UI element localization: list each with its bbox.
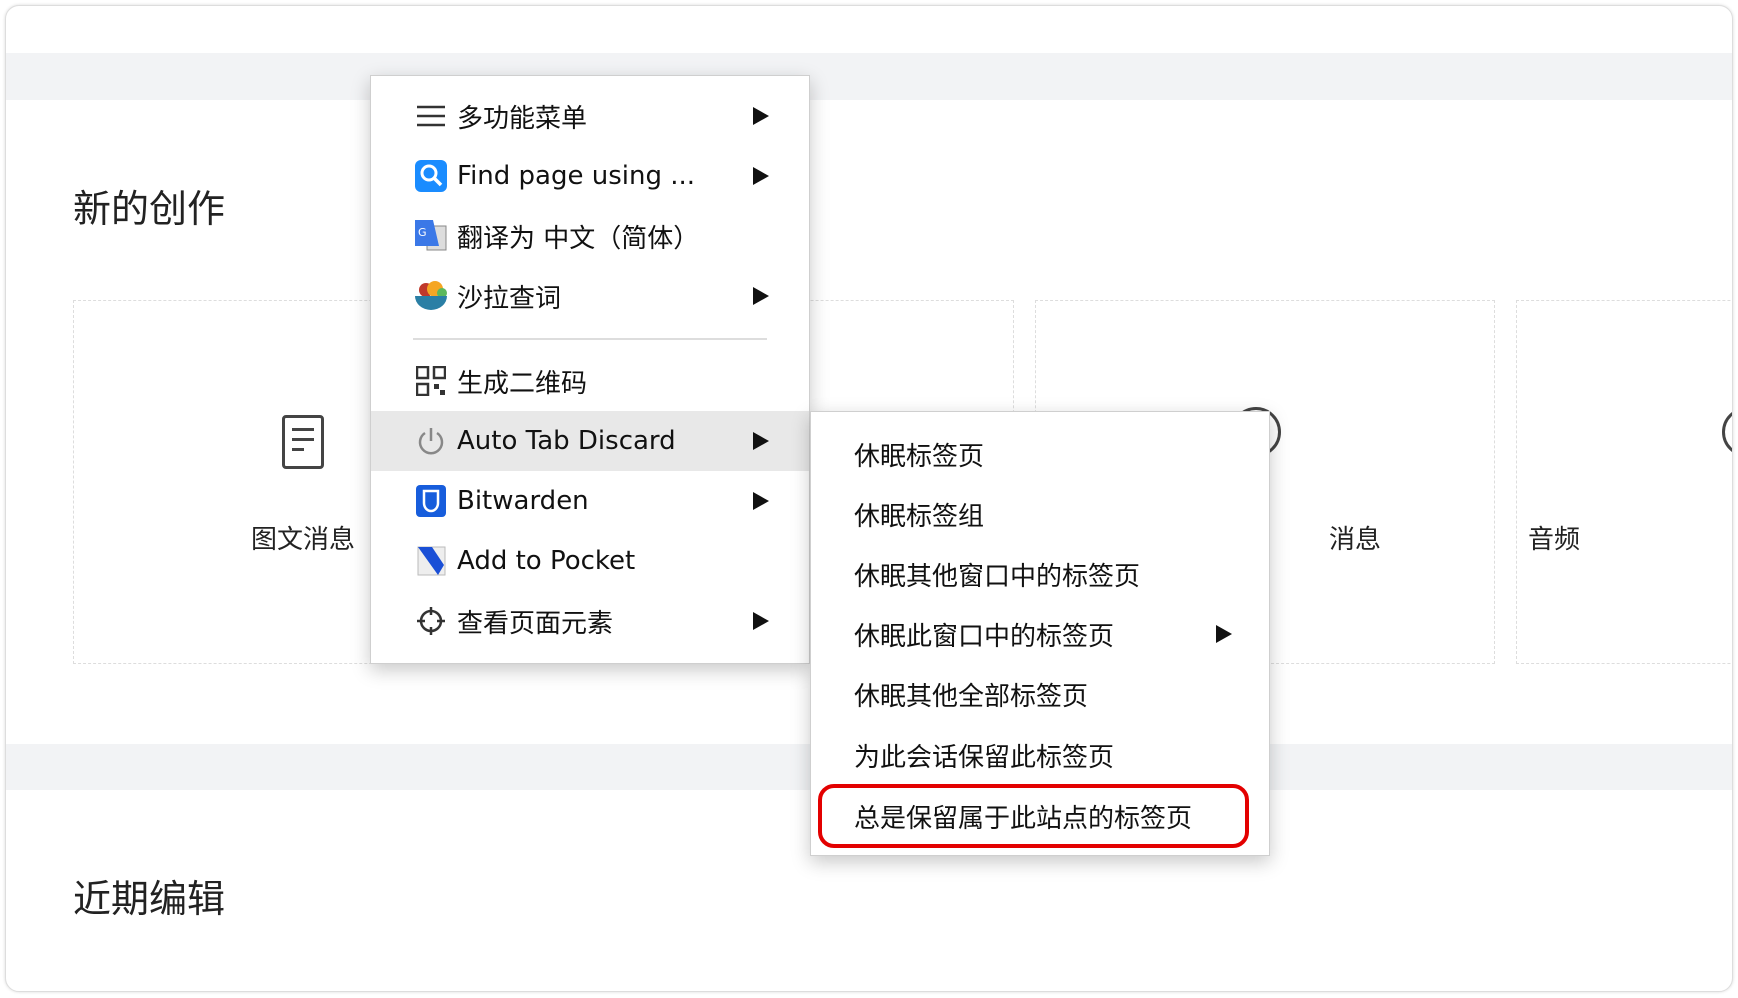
submenu-item-discard-all-others[interactable]: 休眠其他全部标签页 — [811, 664, 1269, 724]
menu-item-bitwarden[interactable]: Bitwarden — [371, 471, 809, 531]
menu-item-label: Add to Pocket — [457, 546, 636, 576]
submenu-arrow-icon — [753, 107, 769, 125]
submenu-arrow-icon — [753, 612, 769, 630]
menu-item-auto-tab-discard[interactable]: Auto Tab Discard — [371, 411, 809, 471]
menu-item-qr-code[interactable]: 生成二维码 — [371, 351, 809, 411]
menu-item-label: 休眠其他全部标签页 — [854, 681, 1089, 712]
svg-text:G: G — [418, 226, 427, 239]
menu-item-label: 生成二维码 — [457, 368, 588, 399]
card-label: 音频 — [1528, 525, 1581, 555]
submenu-item-discard-group[interactable]: 休眠标签组 — [811, 484, 1269, 544]
menu-item-label: 查看页面元素 — [457, 608, 614, 639]
submenu-arrow-icon — [753, 167, 769, 185]
menu-item-salad-dict[interactable]: 沙拉查词 — [371, 266, 809, 326]
menu-item-label: 为此会话保留此标签页 — [854, 742, 1115, 773]
search-icon — [415, 160, 447, 192]
menu-item-label: 翻译为 中文（简体） — [457, 223, 700, 254]
power-icon — [415, 425, 447, 457]
menu-item-find-page[interactable]: Find page using ... — [371, 146, 809, 206]
menu-item-label: 休眠此窗口中的标签页 — [854, 621, 1115, 652]
menu-item-add-to-pocket[interactable]: Add to Pocket — [371, 531, 809, 591]
menu-item-label: Find page using ... — [457, 161, 696, 191]
pocket-icon — [415, 545, 447, 577]
highlight-box — [818, 784, 1249, 848]
menu-item-label: 休眠标签页 — [854, 441, 985, 472]
menu-item-inspect[interactable]: 查看页面元素 — [371, 591, 809, 651]
document-icon — [282, 415, 324, 469]
create-card-4[interactable]: 音频 — [1516, 300, 1732, 664]
submenu-arrow-icon — [753, 492, 769, 510]
qr-code-icon — [415, 365, 447, 397]
auto-tab-discard-submenu: 休眠标签页 休眠标签组 休眠其他窗口中的标签页 休眠此窗口中的标签页 休眠其他全… — [810, 411, 1270, 856]
section-title-new: 新的创作 — [73, 187, 226, 231]
menu-item-label: Bitwarden — [457, 486, 589, 516]
salad-bowl-icon — [415, 280, 447, 312]
top-band — [6, 53, 1732, 100]
context-menu: 多功能菜单 Find page using ... G 翻译为 中文（简体） 沙… — [370, 75, 810, 664]
submenu-item-discard-this-window[interactable]: 休眠此窗口中的标签页 — [811, 604, 1269, 664]
submenu-item-discard-other-windows[interactable]: 休眠其他窗口中的标签页 — [811, 544, 1269, 604]
menu-item-multi-function[interactable]: 多功能菜单 — [371, 86, 809, 146]
submenu-item-keep-session[interactable]: 为此会话保留此标签页 — [811, 725, 1269, 785]
submenu-arrow-icon — [753, 432, 769, 450]
menu-item-label: 沙拉查词 — [457, 283, 562, 314]
submenu-item-always-keep-site[interactable]: 总是保留属于此站点的标签页 — [811, 784, 1269, 848]
submenu-arrow-icon — [753, 287, 769, 305]
menu-item-label: 多功能菜单 — [457, 103, 588, 134]
circle-icon — [1722, 407, 1732, 457]
menu-item-label: 休眠标签组 — [854, 501, 985, 532]
menu-separator — [413, 338, 767, 340]
menu-item-label: Auto Tab Discard — [457, 426, 676, 456]
submenu-arrow-icon — [1216, 625, 1232, 643]
section-title-recent: 近期编辑 — [73, 877, 226, 921]
submenu-item-discard-tab[interactable]: 休眠标签页 — [811, 424, 1269, 484]
menu-item-translate[interactable]: G 翻译为 中文（简体） — [371, 206, 809, 266]
hamburger-icon — [415, 100, 447, 132]
crosshair-icon — [415, 605, 447, 637]
bitwarden-shield-icon — [415, 485, 447, 517]
menu-item-label: 休眠其他窗口中的标签页 — [854, 561, 1141, 592]
google-translate-icon: G — [415, 220, 447, 252]
